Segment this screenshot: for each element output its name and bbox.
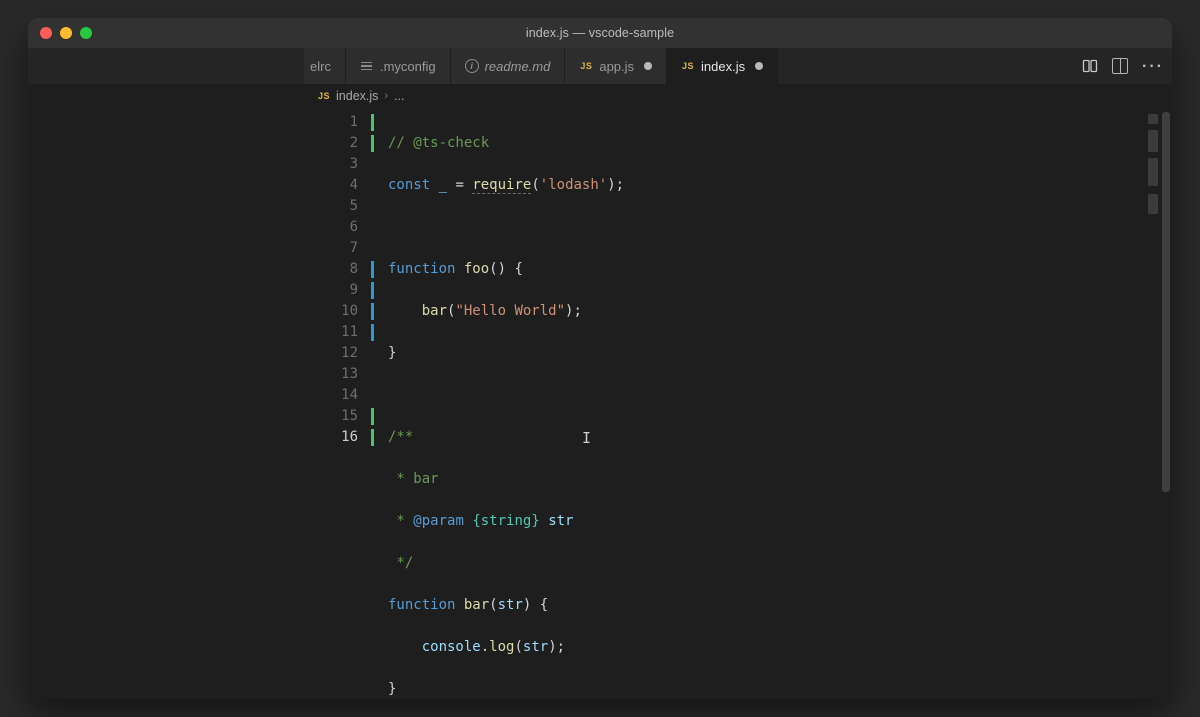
tab-label: elrc <box>310 59 331 74</box>
editor-actions: ··· <box>1068 48 1172 84</box>
more-actions-icon[interactable]: ··· <box>1142 58 1158 74</box>
dirty-indicator-icon <box>755 62 763 70</box>
code-line[interactable]: function foo() { <box>376 259 1146 280</box>
code-line[interactable]: } <box>376 679 1146 699</box>
line-number[interactable]: 7 <box>304 238 376 259</box>
left-padding <box>28 108 304 699</box>
editor-body: 1 2 3 4 5 6 7 8 9 10 11 12 13 14 15 16 /… <box>28 108 1172 699</box>
code-line[interactable]: /** <box>376 427 1146 448</box>
minimap[interactable] <box>1146 108 1160 699</box>
code-line[interactable]: bar("Hello World"); <box>376 301 1146 322</box>
code-line[interactable]: // @ts-check <box>376 133 1146 154</box>
editor-tab-elrc[interactable]: elrc <box>304 48 346 84</box>
line-number[interactable]: 11 <box>304 322 376 343</box>
dirty-indicator-icon <box>644 62 652 70</box>
line-number[interactable]: 14 <box>304 385 376 406</box>
editor-tab-readme[interactable]: i readme.md <box>451 48 566 84</box>
line-number[interactable]: 5 <box>304 196 376 217</box>
line-number[interactable]: 2 <box>304 133 376 154</box>
line-number[interactable]: 1 <box>304 112 376 133</box>
js-file-icon: JS <box>681 59 695 73</box>
tab-label: .myconfig <box>380 59 436 74</box>
js-file-icon: JS <box>318 91 330 101</box>
diff-view-icon[interactable] <box>1082 58 1098 74</box>
editor-tab-appjs[interactable]: JS app.js <box>565 48 667 84</box>
line-number[interactable]: 12 <box>304 343 376 364</box>
code-line[interactable]: */ <box>376 553 1146 574</box>
editor-tab-indexjs[interactable]: JS index.js <box>667 48 778 84</box>
line-number-gutter[interactable]: 1 2 3 4 5 6 7 8 9 10 11 12 13 14 15 16 <box>304 108 376 699</box>
minimize-window-button[interactable] <box>60 27 72 39</box>
tab-label: app.js <box>599 59 634 74</box>
line-number[interactable]: 3 <box>304 154 376 175</box>
file-icon <box>360 59 374 73</box>
traffic-lights <box>40 27 92 39</box>
line-number[interactable]: 8 <box>304 259 376 280</box>
line-number[interactable]: 15 <box>304 406 376 427</box>
editor-tab-bar: elrc .myconfig i readme.md JS app.js JS … <box>28 48 1172 84</box>
breadcrumb[interactable]: JS index.js › ... <box>28 84 1172 108</box>
tab-label: readme.md <box>485 59 551 74</box>
line-number[interactable]: 10 <box>304 301 376 322</box>
vscode-window: index.js — vscode-sample elrc .myconfig … <box>28 18 1172 699</box>
tab-label: index.js <box>701 59 745 74</box>
line-number[interactable]: 9 <box>304 280 376 301</box>
titlebar[interactable]: index.js — vscode-sample <box>28 18 1172 48</box>
split-editor-icon[interactable] <box>1112 58 1128 74</box>
code-line[interactable] <box>376 217 1146 238</box>
js-file-icon: JS <box>579 59 593 73</box>
breadcrumb-file[interactable]: index.js <box>336 89 378 103</box>
line-number[interactable]: 4 <box>304 175 376 196</box>
line-number[interactable]: 6 <box>304 217 376 238</box>
code-line[interactable]: * @param {string} str <box>376 511 1146 532</box>
editor[interactable]: 1 2 3 4 5 6 7 8 9 10 11 12 13 14 15 16 /… <box>304 108 1172 699</box>
code-area[interactable]: // @ts-check const _ = require('lodash')… <box>376 108 1146 699</box>
code-line[interactable]: function bar(str) { <box>376 595 1146 616</box>
maximize-window-button[interactable] <box>80 27 92 39</box>
code-line[interactable]: * bar <box>376 469 1146 490</box>
scrollbar[interactable] <box>1160 108 1172 699</box>
editor-tab-myconfig[interactable]: .myconfig <box>346 48 451 84</box>
breadcrumb-rest[interactable]: ... <box>394 89 404 103</box>
close-window-button[interactable] <box>40 27 52 39</box>
line-number[interactable]: 13 <box>304 364 376 385</box>
chevron-right-icon: › <box>384 90 388 102</box>
code-line[interactable]: } <box>376 343 1146 364</box>
code-line[interactable] <box>376 385 1146 406</box>
info-icon: i <box>465 59 479 73</box>
code-line[interactable]: console.log(str); <box>376 637 1146 658</box>
line-number[interactable]: 16 <box>304 427 376 448</box>
code-line[interactable]: const _ = require('lodash'); <box>376 175 1146 196</box>
window-title: index.js — vscode-sample <box>526 26 674 40</box>
